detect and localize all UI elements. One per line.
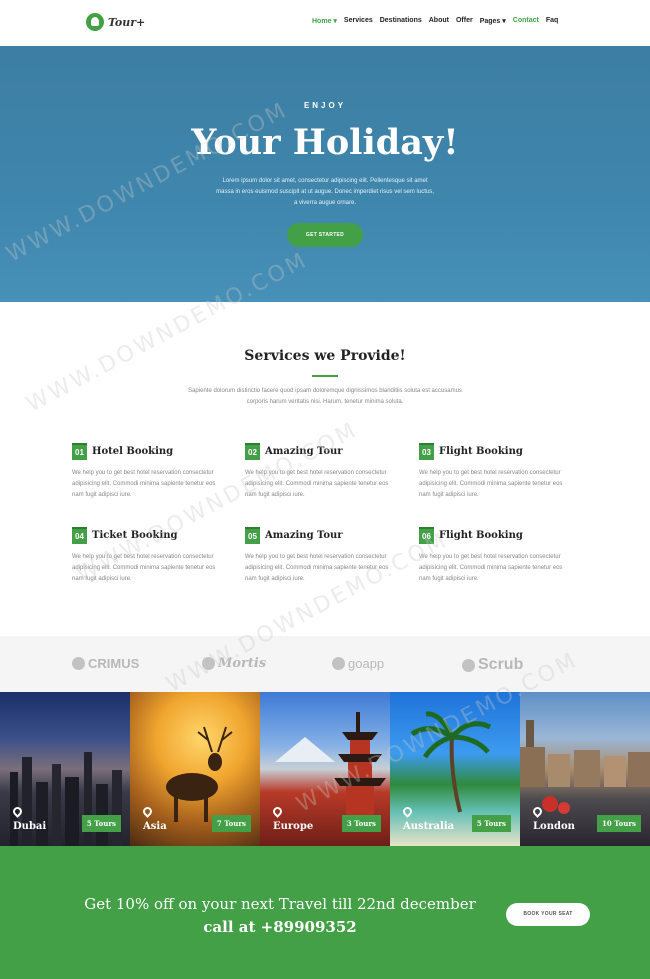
cta-phone-text: call at +89909352 xyxy=(203,918,357,936)
service-number: 02 xyxy=(245,443,260,460)
cta-offer-text: Get 10% off on your next Travel till 22n… xyxy=(84,895,476,913)
service-desc: We help you to get best hotel reservatio… xyxy=(419,554,563,582)
nav-item-services[interactable]: Services xyxy=(344,17,373,25)
service-card: 01 Hotel Booking We help you to get best … xyxy=(72,443,222,501)
client-logo[interactable]: goapp xyxy=(332,656,384,671)
service-number: 04 xyxy=(72,527,87,544)
service-desc: We help you to get best hotel reservatio… xyxy=(419,470,563,498)
tours-badge[interactable]: 5 Tours xyxy=(471,815,511,832)
client-name: goapp xyxy=(348,656,385,671)
hero-eyebrow: ENJOY xyxy=(303,101,347,110)
palm-logo-icon xyxy=(86,13,104,31)
service-desc: We help you to get best hotel reservatio… xyxy=(245,470,389,498)
destination-card-asia[interactable]: Asia 7 Tours xyxy=(130,692,260,846)
tours-badge[interactable]: 5 Tours xyxy=(81,815,121,832)
service-card: 05 Amazing Tour We help you to get best h… xyxy=(245,527,395,585)
destination-card-europe[interactable]: Europe 3 Tours xyxy=(260,692,390,846)
get-started-button[interactable]: GET STARTED xyxy=(287,223,363,247)
service-name[interactable]: Amazing Tour xyxy=(265,530,343,541)
nav-item-home[interactable]: Home ▾ xyxy=(312,17,337,25)
destination-name: Europe xyxy=(273,821,314,832)
scrub-logo-icon xyxy=(462,658,475,672)
destination-name: London xyxy=(533,821,575,832)
nav-item-offer[interactable]: Offer xyxy=(456,17,473,25)
cta-banner: Get 10% off on your next Travel till 22n… xyxy=(0,846,650,979)
logo-text: Tour+ xyxy=(108,15,146,29)
service-number: 03 xyxy=(419,443,434,460)
book-your-seat-button[interactable]: BOOK YOUR SEAT xyxy=(506,903,590,926)
service-desc: We help you to get best hotel reservatio… xyxy=(72,554,216,582)
mortis-logo-icon xyxy=(202,657,215,670)
client-logo[interactable]: Scrub xyxy=(462,656,523,674)
service-desc: We help you to get best hotel reservatio… xyxy=(245,554,389,582)
nav-item-faq[interactable]: Faq xyxy=(546,17,558,25)
client-logo[interactable]: Mortis xyxy=(202,656,266,671)
service-card: 04 Ticket Booking We help you to get best… xyxy=(72,527,222,585)
tours-badge[interactable]: 3 Tours xyxy=(341,815,381,832)
client-logos-strip: CRIMUS Mortis goapp Scrub xyxy=(0,636,650,692)
client-name: Scrub xyxy=(478,656,524,673)
service-name[interactable]: Flight Booking xyxy=(439,530,523,541)
crimus-logo-icon xyxy=(72,657,85,670)
services-subtitle: Sapiente dolorum distinctio facere quod … xyxy=(188,388,462,405)
client-name: Mortis xyxy=(218,656,267,671)
destination-name: Dubai xyxy=(13,821,47,832)
destination-name: Australia xyxy=(403,821,455,832)
tours-badge[interactable]: 10 Tours xyxy=(597,815,641,832)
nav-item-contact[interactable]: Contact xyxy=(513,17,539,25)
service-name[interactable]: Flight Booking xyxy=(439,446,523,457)
main-menu: Home ▾ Services Destinations About Offer… xyxy=(312,17,558,25)
service-card: 06 Flight Booking We help you to get best… xyxy=(419,527,569,585)
service-number: 06 xyxy=(419,527,434,544)
service-number: 05 xyxy=(245,527,260,544)
goapp-play-icon xyxy=(332,657,345,670)
service-card: 02 Amazing Tour We help you to get best h… xyxy=(245,443,395,501)
service-card: 03 Flight Booking We help you to get best… xyxy=(419,443,569,501)
hero-text: Lorem ipsum dolor sit amet, consectetur … xyxy=(216,178,434,206)
service-name[interactable]: Hotel Booking xyxy=(92,446,173,457)
title-divider xyxy=(312,375,338,377)
top-navbar: Tour+ Home ▾ Services Destinations About… xyxy=(0,0,650,46)
destination-card-australia[interactable]: Australia 5 Tours xyxy=(390,692,520,846)
service-desc: We help you to get best hotel reservatio… xyxy=(72,470,216,498)
destination-card-london[interactable]: London 10 Tours xyxy=(520,692,650,846)
nav-item-about[interactable]: About xyxy=(429,17,449,25)
nav-item-pages[interactable]: Pages ▾ xyxy=(480,17,506,25)
destinations-strip: Dubai 5 Tours Asia 7 Tours Europe 3 Tour… xyxy=(0,692,650,846)
destination-card-dubai[interactable]: Dubai 5 Tours xyxy=(0,692,130,846)
service-name[interactable]: Ticket Booking xyxy=(92,530,178,541)
services-title: Services we Provide! xyxy=(244,348,406,364)
client-logo[interactable]: CRIMUS xyxy=(72,656,139,671)
service-name[interactable]: Amazing Tour xyxy=(265,446,343,457)
hero-banner: ENJOY Your Holiday! Lorem ipsum dolor si… xyxy=(0,46,650,302)
client-name: CRIMUS xyxy=(88,656,140,671)
site-logo[interactable]: Tour+ xyxy=(86,13,145,31)
service-number: 01 xyxy=(72,443,87,460)
nav-item-destinations[interactable]: Destinations xyxy=(380,17,422,25)
destination-name: Asia xyxy=(143,821,167,832)
tours-badge[interactable]: 7 Tours xyxy=(211,815,251,832)
hero-title: Your Holiday! xyxy=(191,122,459,163)
